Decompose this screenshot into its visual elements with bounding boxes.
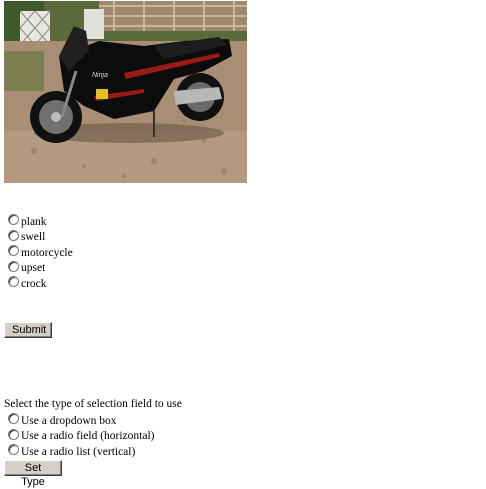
- option-label: motorcycle: [21, 246, 73, 259]
- radio-button[interactable]: [8, 428, 19, 440]
- selection-type-options: Use a dropdown box Use a radio field (ho…: [8, 413, 208, 460]
- submit-button[interactable]: Submit: [4, 322, 52, 338]
- option-label: crock: [21, 277, 47, 290]
- option-motorcycle[interactable]: motorcycle: [8, 245, 208, 261]
- option-radio-horizontal[interactable]: Use a radio field (horizontal): [8, 428, 208, 445]
- radio-button[interactable]: [8, 276, 19, 288]
- option-label: plank: [21, 215, 47, 228]
- radio-button[interactable]: [8, 444, 19, 456]
- radio-button[interactable]: [8, 245, 19, 257]
- option-plank[interactable]: plank: [8, 214, 208, 230]
- answer-options: plank swell motorcycle upset crock: [8, 214, 208, 292]
- option-dropdown-box[interactable]: Use a dropdown box: [8, 413, 208, 429]
- option-radio-vertical[interactable]: Use a radio list (vertical): [8, 444, 208, 460]
- option-upset[interactable]: upset: [8, 260, 208, 277]
- radio-button[interactable]: [8, 413, 19, 425]
- selection-type-prompt: Select the type of selection field to us…: [4, 398, 182, 410]
- svg-text:Ninja: Ninja: [92, 72, 108, 79]
- radio-button[interactable]: [8, 229, 19, 241]
- option-label: Use a radio list (vertical): [21, 445, 136, 458]
- option-label: upset: [21, 262, 46, 275]
- radio-button[interactable]: [8, 260, 19, 272]
- option-label: swell: [21, 231, 46, 244]
- option-swell[interactable]: swell: [8, 229, 208, 246]
- set-type-button[interactable]: Set Type: [4, 460, 62, 488]
- option-crock[interactable]: crock: [8, 276, 208, 292]
- option-label: Use a dropdown box: [21, 414, 117, 427]
- radio-button[interactable]: [8, 214, 19, 226]
- option-label: Use a radio field (horizontal): [21, 430, 155, 443]
- motorcycle-photo: Ninja: [4, 1, 247, 183]
